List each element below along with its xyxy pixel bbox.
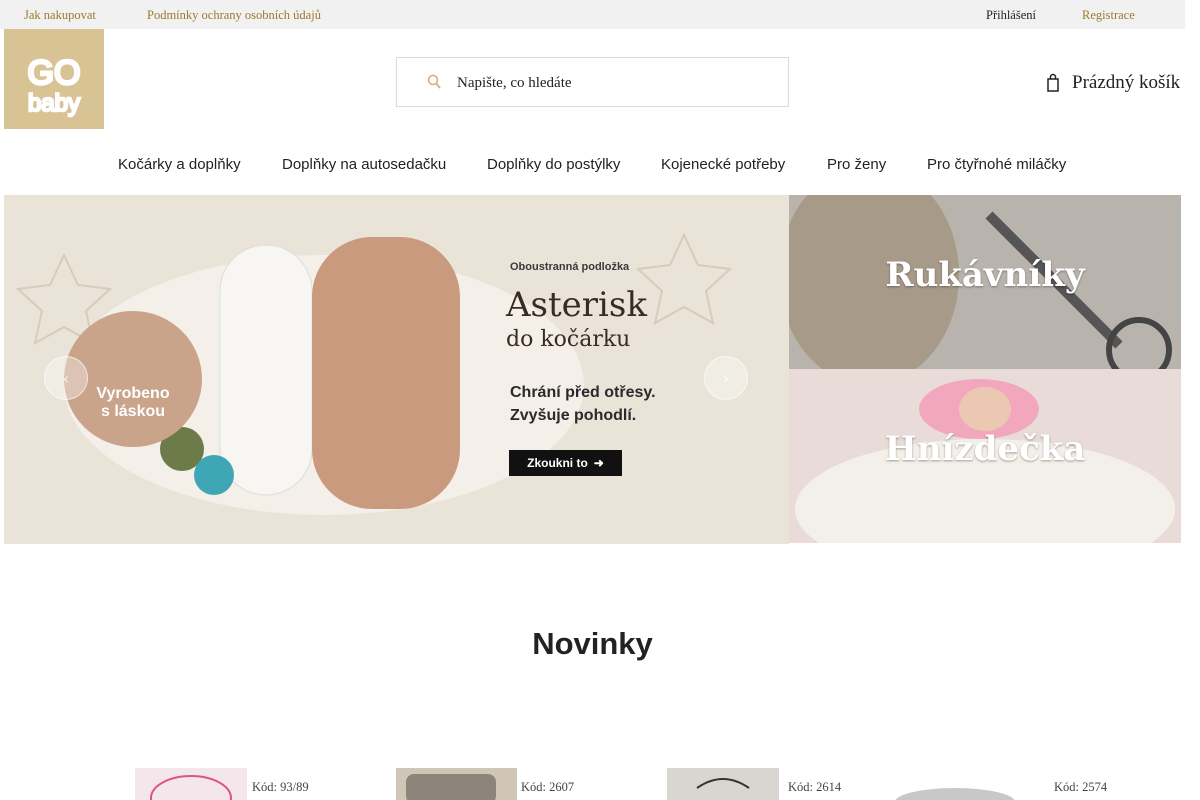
hero-title: Asterisk [506, 285, 647, 325]
login-link[interactable]: Přihlášení [986, 8, 1036, 23]
cart-icon [1047, 73, 1059, 92]
hero-cta-button[interactable]: Zkoukni to ➜ [509, 450, 622, 476]
product-code: Kód: 93/89 [252, 780, 309, 794]
banner-hnizdecka-title: Hnízdečka [884, 429, 1086, 469]
cart-link[interactable]: Prázdný košík [1046, 70, 1180, 96]
product-code: Kód: 2607 [521, 780, 575, 794]
banner-rukavniky[interactable]: Rukávníky [789, 195, 1181, 369]
search-icon[interactable] [427, 74, 441, 90]
nav-item-car-seat-accessories[interactable]: Doplňky na autosedačku [282, 156, 446, 173]
product-code: Kód: 2574 [1054, 780, 1108, 794]
nav-item-baby-needs[interactable]: Kojenecké potřeby [661, 156, 785, 173]
section-title-new: Novinky [532, 626, 653, 661]
product-code: Kód: 2614 [788, 780, 842, 794]
register-link[interactable]: Registrace [1082, 8, 1135, 23]
top-bar: Jak nakupovat Podmínky ochrany osobních … [0, 0, 1185, 29]
nav-item-for-women[interactable]: Pro ženy [827, 156, 886, 173]
hero-cta-label: Zkoukni to [527, 456, 588, 470]
product-card[interactable]: Kód: 2607 [396, 768, 596, 800]
nav-item-strollers[interactable]: Kočárky a doplňky [118, 156, 241, 173]
arrow-circle-icon: ➜ [593, 456, 604, 470]
hero-eyebrow: Oboustranná podložka [510, 261, 630, 273]
product-card[interactable]: Kód: 2574 [880, 768, 1140, 800]
product-image[interactable] [396, 768, 517, 800]
nav-item-for-pets[interactable]: Pro čtyřnohé miláčky [927, 156, 1066, 173]
link-how-to-shop[interactable]: Jak nakupovat [24, 8, 96, 23]
link-privacy-policy[interactable]: Podmínky ochrany osobních údajů [147, 8, 321, 23]
cart-label: Prázdný košík [1072, 72, 1181, 93]
svg-text:GO: GO [28, 54, 81, 92]
slider-next-button[interactable]: › [704, 356, 748, 400]
product-card[interactable]: Kód: 2614 [667, 768, 867, 800]
search-input[interactable] [457, 72, 767, 94]
site-logo[interactable]: GO baby [4, 29, 104, 129]
chevron-right-icon: › [722, 368, 730, 388]
hero-tagline-2: Zvyšuje pohodlí. [510, 407, 637, 424]
product-image[interactable] [135, 768, 247, 800]
banner-hnizdecka[interactable]: Hnízdečka [789, 369, 1181, 543]
banner-rukavniky-title: Rukávníky [885, 255, 1085, 295]
hero-subtitle: do kočárku [506, 327, 631, 352]
main-navigation: Kočárky a doplňky Doplňky na autosedačku… [0, 152, 1185, 178]
go-baby-logo: GO baby [26, 53, 82, 119]
svg-text:baby: baby [28, 90, 80, 117]
hero-tagline-1: Chrání před otřesy. [510, 384, 656, 401]
nav-item-crib-accessories[interactable]: Doplňky do postýlky [487, 156, 620, 173]
product-card[interactable]: Kód: 93/89 [135, 768, 335, 800]
product-image[interactable] [880, 768, 1030, 800]
hero-slider[interactable]: Vyrobeno s láskou Oboustranná podložka A… [4, 195, 789, 544]
slider-prev-button[interactable]: ‹ [44, 356, 88, 400]
badge-text-line2: s láskou [100, 403, 166, 420]
chevron-left-icon: ‹ [62, 368, 70, 388]
product-image[interactable] [667, 768, 779, 800]
search-box [396, 57, 789, 107]
